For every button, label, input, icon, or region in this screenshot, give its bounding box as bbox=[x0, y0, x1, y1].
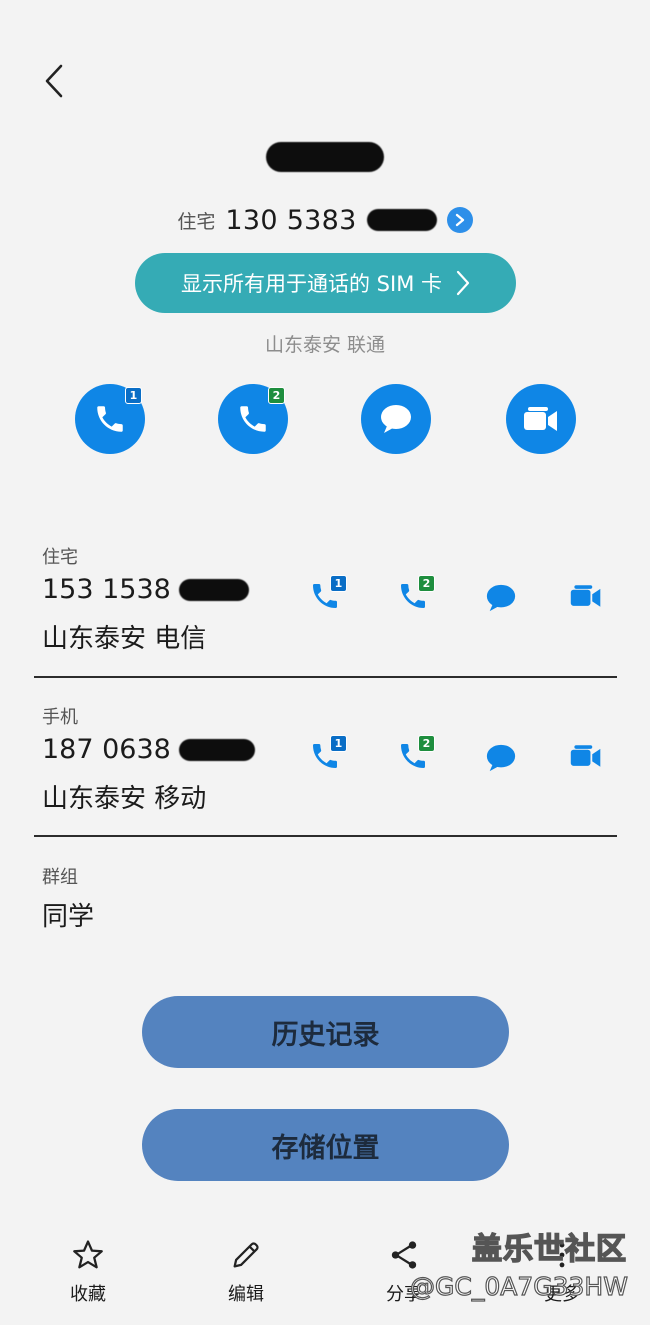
redacted-number-mark bbox=[178, 738, 255, 761]
edit-label: 编辑 bbox=[228, 1284, 264, 1305]
divider bbox=[34, 676, 617, 678]
entry-label: 手机 bbox=[42, 707, 78, 728]
sim2-badge: 2 bbox=[418, 575, 435, 592]
entry-label: 住宅 bbox=[42, 547, 78, 568]
edit-button[interactable]: 编辑 bbox=[191, 1238, 301, 1308]
message-icon bbox=[486, 744, 516, 772]
video-call-button[interactable] bbox=[566, 736, 606, 776]
entry-number[interactable]: 187 0638 bbox=[42, 734, 255, 765]
message-button[interactable] bbox=[481, 578, 521, 618]
video-call-button[interactable] bbox=[506, 384, 576, 454]
storage-location-button[interactable]: 存储位置 bbox=[142, 1109, 509, 1181]
chevron-right-icon bbox=[456, 270, 470, 296]
star-icon bbox=[73, 1240, 103, 1269]
video-call-icon bbox=[524, 407, 557, 431]
redacted-number-mark bbox=[366, 209, 437, 231]
entry-number-text: 153 1538 bbox=[42, 574, 171, 605]
share-icon bbox=[391, 1241, 417, 1269]
video-call-icon bbox=[570, 585, 601, 607]
call-sim1-button[interactable]: 1 bbox=[305, 735, 347, 776]
show-sim-cards-button[interactable]: 显示所有用于通话的 SIM 卡 bbox=[135, 253, 516, 313]
message-button[interactable] bbox=[361, 384, 431, 454]
video-call-icon bbox=[570, 745, 601, 767]
phone-icon bbox=[97, 406, 123, 432]
sim1-badge: 1 bbox=[330, 575, 347, 592]
chevron-left-icon bbox=[45, 64, 63, 98]
storage-location-button-label: 存储位置 bbox=[271, 1132, 380, 1164]
group-label: 群组 bbox=[42, 867, 78, 888]
phone-icon bbox=[240, 406, 266, 432]
primary-number-row[interactable]: 住宅 130 5383 bbox=[0, 198, 650, 242]
video-call-button[interactable] bbox=[566, 576, 606, 616]
call-sim2-button[interactable]: 2 bbox=[218, 384, 288, 454]
primary-number: 130 5383 bbox=[225, 204, 357, 236]
entry-location: 山东泰安 移动 bbox=[42, 784, 207, 814]
redacted-number-mark bbox=[178, 578, 249, 601]
sim2-badge: 2 bbox=[418, 735, 435, 752]
redacted-name-mark bbox=[266, 142, 384, 172]
watermark-id: @GC_0A7G33HW bbox=[409, 1271, 628, 1301]
expand-numbers-icon[interactable] bbox=[446, 207, 473, 233]
sim2-badge: 2 bbox=[268, 387, 285, 404]
message-icon bbox=[486, 584, 516, 612]
history-button[interactable]: 历史记录 bbox=[142, 996, 509, 1068]
pencil-icon bbox=[233, 1242, 259, 1268]
call-sim1-button[interactable]: 1 bbox=[75, 384, 145, 454]
contact-name bbox=[0, 132, 650, 182]
sim1-badge: 1 bbox=[330, 735, 347, 752]
number-location: 山东泰安 联通 bbox=[264, 334, 386, 356]
call-sim1-button[interactable]: 1 bbox=[305, 575, 347, 616]
message-icon bbox=[381, 405, 411, 433]
sim1-badge: 1 bbox=[125, 387, 142, 404]
history-button-label: 历史记录 bbox=[271, 1019, 380, 1051]
entry-location: 山东泰安 电信 bbox=[42, 624, 207, 654]
favorite-label: 收藏 bbox=[70, 1284, 106, 1305]
group-value[interactable]: 同学 bbox=[42, 896, 94, 933]
favorite-button[interactable]: 收藏 bbox=[33, 1238, 143, 1308]
back-button[interactable] bbox=[34, 58, 74, 104]
show-sim-cards-label: 显示所有用于通话的 SIM 卡 bbox=[181, 272, 442, 296]
entry-number[interactable]: 153 1538 bbox=[42, 574, 249, 605]
primary-number-label: 住宅 bbox=[177, 210, 216, 233]
entry-number-text: 187 0638 bbox=[42, 734, 171, 765]
call-sim2-button[interactable]: 2 bbox=[393, 735, 435, 776]
watermark-brand: 盖乐世社区 bbox=[471, 1231, 627, 1268]
message-button[interactable] bbox=[481, 738, 521, 778]
call-sim2-button[interactable]: 2 bbox=[393, 575, 435, 616]
divider bbox=[34, 835, 617, 837]
